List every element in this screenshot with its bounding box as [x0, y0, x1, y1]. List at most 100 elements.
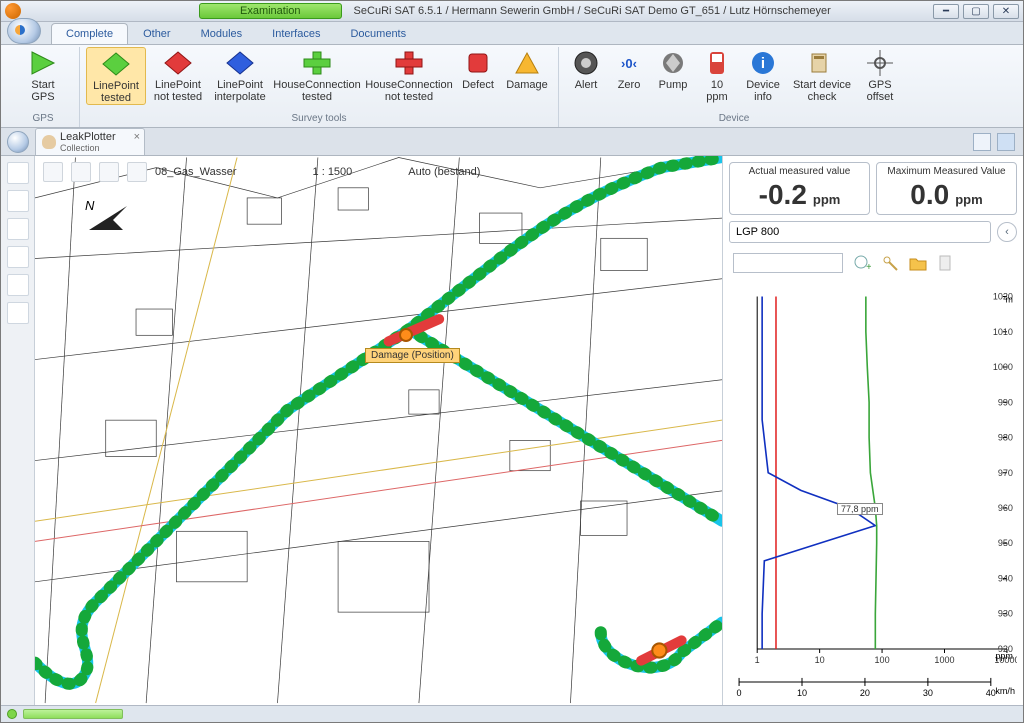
map-btn-4[interactable] [127, 162, 147, 182]
damage-marker-icon[interactable] [399, 328, 413, 342]
doctab-title: LeakPlotter [60, 131, 116, 143]
group-label-survey: Survey tools [291, 113, 346, 127]
svg-text:›0‹: ›0‹ [621, 56, 637, 71]
svg-text:ppm: ppm [995, 651, 1013, 661]
tab-close-icon[interactable]: × [134, 131, 140, 143]
titlebar: Examination SeCuRi SAT 6.5.1 / Hermann S… [1, 1, 1023, 22]
doc-icon[interactable] [937, 254, 955, 272]
doctab-subtitle: Collection [60, 143, 116, 153]
svg-text:10: 10 [815, 655, 825, 665]
svg-text:m: m [1005, 295, 1013, 305]
defect-button[interactable]: Defect [456, 47, 500, 105]
svg-text:960: 960 [998, 503, 1013, 513]
group-label-device: Device [719, 113, 750, 127]
device-prev-button[interactable]: ‹ [997, 222, 1017, 242]
svg-text:40: 40 [986, 688, 996, 698]
svg-text:930: 930 [998, 609, 1013, 619]
damage-button[interactable]: Damage [502, 47, 552, 105]
map-canvas [35, 156, 722, 705]
minimize-button[interactable]: ━ [933, 4, 959, 19]
statusbar [1, 705, 1023, 722]
ribbon: Start GPS GPS LinePoint tested LinePoint… [1, 45, 1023, 128]
svg-text:970: 970 [998, 468, 1013, 478]
linepoint-not-tested-button[interactable]: LinePoint not tested [148, 47, 208, 105]
chart-annotation: 77,8 ppm [837, 503, 883, 515]
tool-select[interactable] [7, 162, 29, 184]
window-title: SeCuRi SAT 6.5.1 / Hermann Sewerin GmbH … [348, 5, 933, 17]
svg-text:980: 980 [998, 433, 1013, 443]
max-value: 0.0 [910, 179, 949, 211]
doc-orb-icon[interactable] [7, 131, 29, 153]
scale-label: 1 : 1500 [313, 166, 353, 178]
group-label-gps: GPS [32, 113, 53, 127]
map-btn-3[interactable] [99, 162, 119, 182]
examination-mode-button[interactable]: Examination [199, 3, 342, 19]
layer-label: 08_Gas_Wasser [155, 166, 237, 178]
alert-button[interactable]: Alert [565, 47, 607, 103]
actual-value-box: Actual measured value -0.2 ppm [729, 162, 870, 215]
maximize-button[interactable]: ▢ [963, 4, 989, 19]
svg-text:940: 940 [998, 574, 1013, 584]
key-icon[interactable] [881, 254, 899, 272]
zero-button[interactable]: ›0‹ Zero [609, 47, 649, 103]
ppm-chart: 920930940950960970980990100010101020 110… [729, 281, 1017, 675]
tool-edit[interactable] [7, 218, 29, 240]
svg-text:N: N [85, 198, 95, 213]
filter-input[interactable] [733, 253, 843, 273]
linepoint-tested-button[interactable]: LinePoint tested [86, 47, 146, 105]
device-info-button[interactable]: i Device info [739, 47, 787, 103]
tab-modules[interactable]: Modules [186, 23, 258, 44]
svg-text:1010: 1010 [993, 327, 1013, 337]
svg-text:1000: 1000 [934, 655, 954, 665]
linepoint-interpolate-button[interactable]: LinePoint interpolate [210, 47, 270, 105]
tab-interfaces[interactable]: Interfaces [257, 23, 335, 44]
map-viewport[interactable]: 08_Gas_Wasser 1 : 1500 Auto (bestand) N … [35, 156, 723, 705]
tab-complete[interactable]: Complete [51, 23, 128, 44]
tool-add[interactable] [7, 302, 29, 324]
svg-text:+: + [866, 262, 871, 272]
start-gps-button[interactable]: Start GPS [13, 47, 73, 103]
max-value-box: Maximum Measured Value 0.0 ppm [876, 162, 1017, 215]
tool-arrow[interactable] [7, 190, 29, 212]
map-btn-2[interactable] [71, 162, 91, 182]
gps-offset-button[interactable]: GPS offset [857, 47, 903, 103]
damage-label: Damage (Position) [365, 348, 460, 363]
pump-button[interactable]: Pump [651, 47, 695, 103]
tool-polygon[interactable] [7, 274, 29, 296]
folder-icon[interactable] [909, 254, 927, 272]
svg-text:1000: 1000 [993, 362, 1013, 372]
app-icon [5, 3, 21, 19]
svg-text:100: 100 [875, 655, 890, 665]
close-button[interactable]: ✕ [993, 4, 1019, 19]
globe-plus-icon[interactable]: + [853, 254, 871, 272]
house-not-tested-button[interactable]: HouseConnection not tested [364, 47, 454, 105]
map-btn-1[interactable] [43, 162, 63, 182]
svg-text:km/h: km/h [995, 686, 1015, 696]
speed-axis: 010203040 km/h [729, 675, 1017, 703]
label: Start GPS [31, 79, 54, 103]
tool-measure[interactable] [7, 246, 29, 268]
ten-ppm-button[interactable]: 10 ppm [697, 47, 737, 103]
map-toolstrip [1, 156, 35, 705]
svg-text:0: 0 [737, 688, 742, 698]
svg-text:1: 1 [755, 655, 760, 665]
panel-dropdown-button[interactable] [997, 133, 1015, 151]
svg-text:i: i [761, 55, 765, 72]
auto-label: Auto (bestand) [408, 166, 480, 178]
tab-other[interactable]: Other [128, 23, 186, 44]
document-tabstrip: LeakPlotter Collection × [1, 128, 1023, 156]
right-panel: Actual measured value -0.2 ppm Maximum M… [723, 156, 1023, 705]
svg-text:990: 990 [998, 397, 1013, 407]
main-area: 08_Gas_Wasser 1 : 1500 Auto (bestand) N … [1, 156, 1023, 705]
house-tested-button[interactable]: HouseConnection tested [272, 47, 362, 105]
panel-expand-button[interactable] [973, 133, 991, 151]
device-name-input[interactable] [729, 221, 991, 243]
app-orb-button[interactable] [7, 18, 41, 44]
svg-text:20: 20 [860, 688, 870, 698]
status-led-icon [7, 709, 17, 719]
tab-documents[interactable]: Documents [335, 23, 421, 44]
status-progress [23, 709, 123, 719]
start-device-check-button[interactable]: Start device check [789, 47, 855, 103]
tab-leakplotter[interactable]: LeakPlotter Collection × [35, 128, 145, 155]
svg-text:30: 30 [923, 688, 933, 698]
